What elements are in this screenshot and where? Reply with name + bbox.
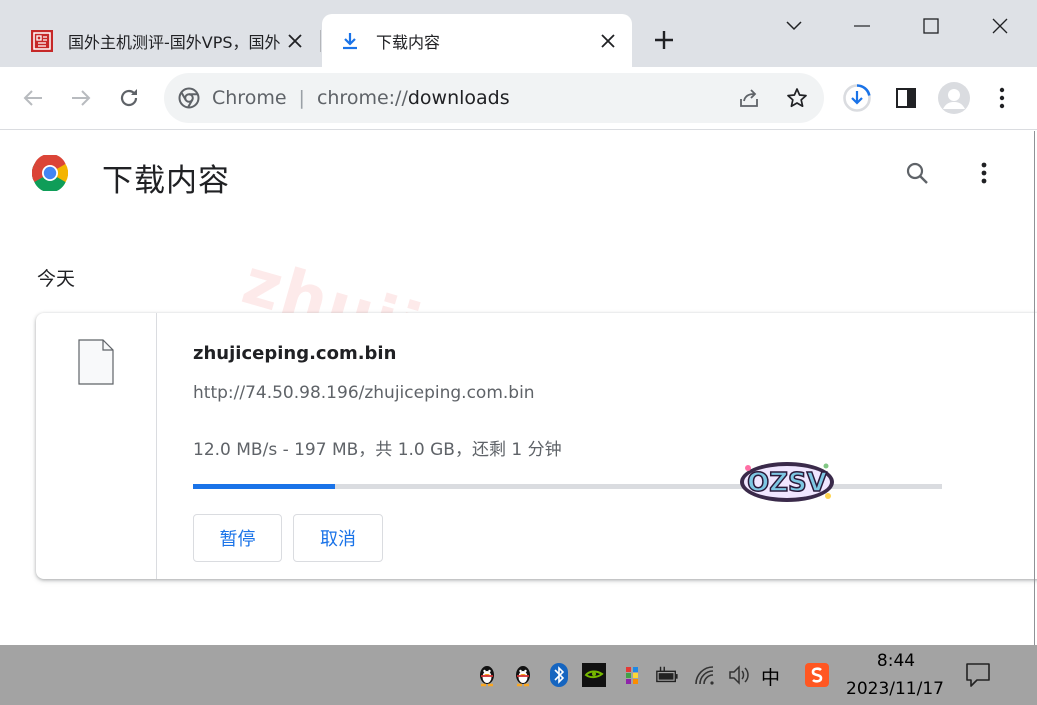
minimize-icon[interactable] [846, 10, 878, 42]
bluetooth-icon[interactable] [547, 663, 571, 687]
windows-taskbar: 中 8:44 2023/11/17 [0, 645, 1037, 705]
page-title: 下载内容 [102, 163, 230, 199]
ime-indicator[interactable]: 中 [761, 663, 780, 690]
url-host: downloads [407, 87, 510, 109]
reload-icon[interactable] [113, 82, 145, 114]
chrome-logo-icon [32, 155, 68, 191]
ozsv-sticker-image: OZSV [740, 462, 834, 502]
wifi-icon[interactable] [693, 663, 717, 687]
close-tab-icon[interactable] [281, 27, 309, 55]
share-icon[interactable] [733, 82, 765, 114]
back-icon[interactable] [17, 82, 49, 114]
speaker-volume-icon[interactable] [727, 663, 751, 687]
chrome-page-icon [176, 85, 202, 111]
tab-downloads[interactable]: 下载内容 [322, 14, 632, 67]
download-status: 12.0 MB/s - 197 MB，共 1.0 GB，还剩 1 分钟 [193, 440, 562, 460]
bookmark-star-icon[interactable] [781, 82, 813, 114]
pause-button[interactable]: 暂停 [193, 514, 282, 562]
url-divider: | [298, 87, 305, 109]
date-section-label: 今天 [37, 268, 76, 290]
window-edge [1034, 131, 1035, 645]
page-menu-kebab-icon[interactable] [968, 157, 1000, 189]
downloads-header: 下载内容 [0, 131, 1035, 221]
tab-search-icon[interactable] [778, 10, 810, 42]
url-scheme: chrome:// [316, 87, 408, 109]
tab-zhujiceping[interactable]: 国外主机测评-国外VPS，国外 [14, 14, 319, 67]
qq-penguin-icon[interactable] [511, 663, 535, 687]
download-item-card: zhujiceping.com.bin http://74.50.98.196/… [36, 313, 1037, 579]
close-window-icon[interactable] [984, 10, 1016, 42]
profile-avatar-icon[interactable] [938, 82, 970, 114]
site-seal-icon [30, 29, 54, 53]
cancel-button[interactable]: 取消 [293, 514, 383, 562]
maximize-icon[interactable] [915, 10, 947, 42]
download-progress-fill [193, 484, 336, 489]
qq-penguin-icon[interactable] [475, 663, 499, 687]
search-icon[interactable] [901, 157, 933, 189]
file-icon-column [36, 313, 157, 579]
file-source-url[interactable]: http://74.50.98.196/zhujiceping.com.bin [193, 383, 535, 403]
tab-title: 下载内容 [376, 32, 441, 52]
tab-separator [320, 30, 321, 52]
clock-date[interactable]: 2023/11/17 [846, 679, 944, 699]
clock-time[interactable]: 8:44 [872, 651, 920, 671]
forward-icon[interactable] [65, 82, 97, 114]
file-icon [78, 339, 114, 385]
close-tab-icon[interactable] [594, 27, 622, 55]
tab-title: 国外主机测评-国外VPS，国外 [68, 32, 281, 52]
tab-strip: 国外主机测评-国外VPS，国外 下载内容 [0, 0, 1037, 67]
side-panel-icon[interactable] [890, 82, 922, 114]
download-icon [338, 29, 362, 53]
new-tab-button[interactable] [650, 26, 678, 54]
color-grid-icon[interactable] [620, 663, 644, 687]
address-bar[interactable]: Chrome | chrome:// downloads [164, 73, 824, 123]
site-chip: Chrome [212, 87, 287, 109]
nvidia-icon[interactable] [582, 663, 606, 687]
file-name-link[interactable]: zhujiceping.com.bin [193, 343, 396, 364]
svg-text:OZSV: OZSV [747, 468, 827, 498]
sogou-input-icon[interactable] [805, 663, 829, 687]
notification-center-icon[interactable] [964, 661, 992, 689]
toolbar: Chrome | chrome:// downloads [0, 67, 1037, 130]
menu-kebab-icon[interactable] [986, 82, 1018, 114]
downloads-toolbar-icon[interactable] [841, 82, 873, 114]
battery-plug-icon[interactable] [655, 663, 679, 687]
